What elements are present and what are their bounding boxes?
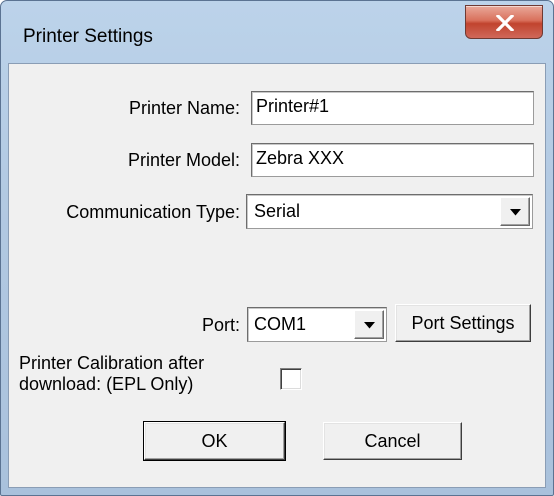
dialog-client-area: Printer Name: Printer#1 Printer Model: Z… — [8, 63, 546, 488]
port-value: COM1 — [254, 314, 307, 334]
communication-type-dropdown-button[interactable] — [500, 197, 530, 226]
printer-model-label: Printer Model: — [127, 150, 240, 170]
port-label: Port: — [201, 315, 240, 335]
calibration-label: Printer Calibration after download: (EPL… — [19, 353, 249, 395]
close-icon — [496, 15, 514, 31]
dialog-window: Printer Settings Printer Name: Printer#1… — [0, 0, 554, 496]
close-button[interactable] — [465, 5, 543, 39]
communication-type-label: Communication Type: — [66, 202, 240, 222]
ok-button[interactable]: OK — [143, 421, 286, 461]
printer-model-input[interactable]: Zebra XXX — [251, 143, 534, 177]
printer-name-input[interactable]: Printer#1 — [251, 91, 534, 125]
communication-type-select[interactable]: Serial — [246, 194, 533, 229]
printer-name-label: Printer Name: — [128, 98, 240, 118]
chevron-down-icon — [364, 322, 375, 329]
port-dropdown-button[interactable] — [354, 310, 384, 339]
cancel-button[interactable]: Cancel — [323, 422, 462, 460]
calibration-label-line2: download: (EPL Only) — [19, 374, 194, 394]
communication-type-value: Serial — [254, 201, 301, 221]
port-select[interactable]: COM1 — [247, 307, 387, 342]
chevron-down-icon — [510, 209, 521, 216]
calibration-label-line1: Printer Calibration after — [19, 353, 205, 373]
window-title: Printer Settings — [23, 26, 153, 47]
calibration-checkbox[interactable] — [280, 368, 302, 390]
port-settings-button[interactable]: Port Settings — [395, 304, 531, 342]
